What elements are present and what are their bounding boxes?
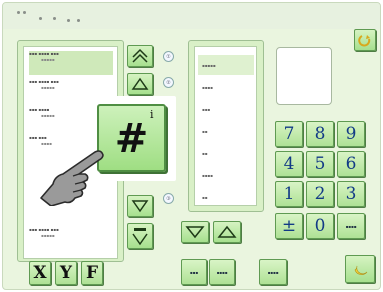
up-triangle-icon	[131, 77, 149, 90]
key-1[interactable]: 1	[275, 181, 303, 207]
scroll-down-button[interactable]	[127, 195, 153, 217]
menu-item[interactable]: ▪▪▪▪	[198, 165, 254, 185]
refresh-icon	[358, 35, 371, 47]
status-dot	[53, 17, 56, 20]
toggle-button[interactable]: ▪▪▪	[181, 259, 207, 285]
confirm-button[interactable]	[345, 255, 375, 283]
list-item[interactable]: ▪▪▪ ▪▪▪▪ ▪▪▪ ▪▪▪▪▪	[29, 51, 113, 75]
title-strip	[3, 3, 380, 29]
menu-list[interactable]: ▪▪▪▪▪ ▪▪▪▪ ▪▪▪ ▪▪ ▪▪ ▪▪▪▪ ▪▪	[194, 46, 257, 206]
axis-y-button[interactable]: Y	[55, 261, 77, 285]
value-display	[276, 47, 332, 105]
key-6[interactable]: 6	[337, 151, 365, 177]
double-up-arrow-icon	[132, 48, 148, 63]
pointing-hand-icon	[40, 150, 104, 206]
backspace-button[interactable]: ▪▪▪▪	[337, 213, 365, 239]
circled-number-icon: ②	[163, 77, 174, 88]
menu-item[interactable]: ▪▪	[198, 143, 254, 163]
scroll-top-button[interactable]	[127, 45, 153, 67]
cancel-button[interactable]: ▪▪▪▪	[259, 259, 287, 285]
key-plus-minus[interactable]: ±	[275, 213, 303, 239]
scroll-bottom-button[interactable]	[127, 223, 153, 249]
menu-scroll-up-button[interactable]	[213, 221, 241, 243]
status-dot	[77, 19, 80, 22]
up-triangle-icon	[217, 225, 237, 238]
key-0[interactable]: 0	[306, 213, 334, 239]
scroll-up-button[interactable]	[127, 73, 153, 95]
key-3[interactable]: 3	[337, 181, 365, 207]
menu-panel: ▪▪▪▪▪ ▪▪▪▪ ▪▪▪ ▪▪ ▪▪ ▪▪▪▪ ▪▪	[188, 40, 264, 212]
select-button[interactable]: ▪▪▪▪	[209, 259, 235, 285]
down-triangle-icon	[185, 226, 205, 239]
function-f-button[interactable]: F	[81, 261, 103, 285]
circled-number-icon: ③	[163, 193, 174, 204]
menu-item[interactable]: ▪▪▪	[198, 99, 254, 119]
menu-item[interactable]: ▪▪▪▪▪	[198, 55, 254, 75]
menu-item[interactable]: ▪▪▪▪	[198, 77, 254, 97]
status-dot	[17, 11, 20, 14]
status-dot	[39, 17, 42, 20]
key-9[interactable]: 9	[337, 121, 365, 147]
status-dot	[23, 11, 26, 14]
menu-item[interactable]: ▪▪	[198, 187, 254, 207]
axis-x-button[interactable]: X	[29, 261, 51, 285]
scroll-bottom-icon	[132, 228, 148, 246]
menu-scroll-down-button[interactable]	[181, 221, 209, 243]
info-superscript: i	[150, 108, 154, 121]
circled-number-icon: ①	[163, 51, 174, 62]
down-triangle-icon	[131, 200, 149, 213]
key-2[interactable]: 2	[306, 181, 334, 207]
status-dot	[67, 19, 70, 22]
key-4[interactable]: 4	[275, 151, 303, 177]
key-8[interactable]: 8	[306, 121, 334, 147]
moon-icon	[354, 265, 368, 275]
key-5[interactable]: 5	[306, 151, 334, 177]
list-item[interactable]: ▪▪▪ ▪▪▪▪ ▪▪▪ ▪▪▪▪▪	[29, 227, 113, 251]
key-7[interactable]: 7	[275, 121, 303, 147]
menu-item[interactable]: ▪▪	[198, 121, 254, 141]
refresh-button[interactable]	[354, 29, 376, 51]
